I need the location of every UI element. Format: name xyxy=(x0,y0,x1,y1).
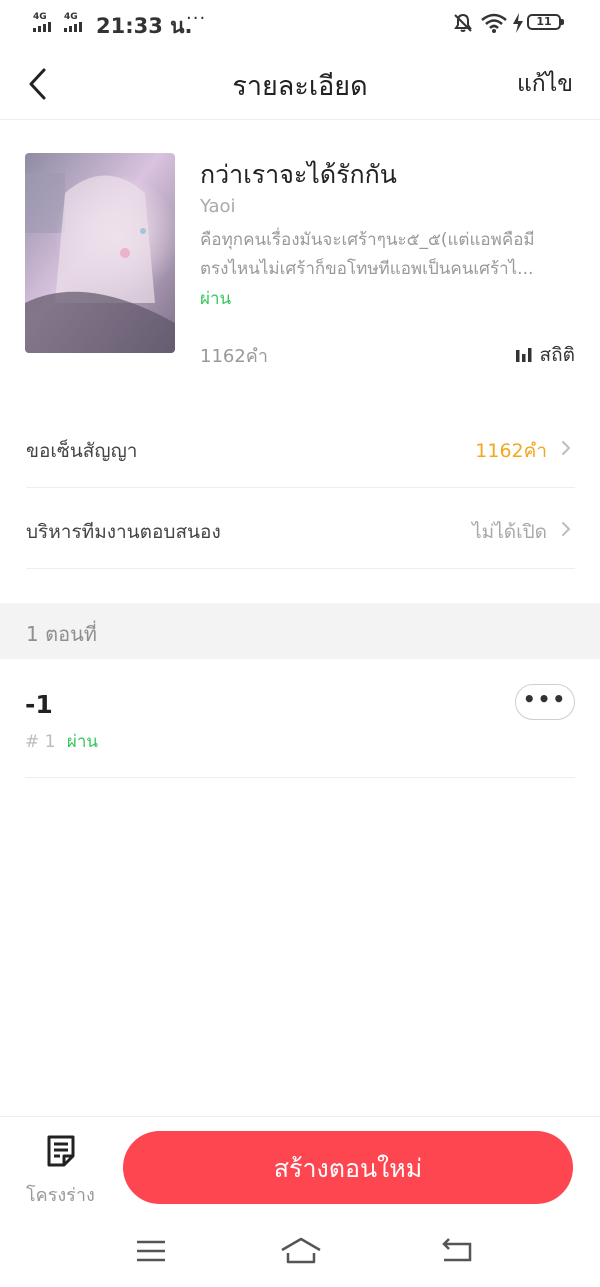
more-notifications-icon: ··· xyxy=(186,8,207,29)
outline-label[interactable]: โครงร่าง xyxy=(26,1180,95,1209)
row-label: บริหารทีมงานตอบสนอง xyxy=(26,521,221,543)
bar-chart-icon xyxy=(515,348,532,362)
book-status-badge: ผ่าน xyxy=(200,289,232,309)
episode-meta: # 1 ผ่าน xyxy=(25,728,98,755)
row-team-management[interactable]: บริหารทีมงานตอบสนอง ไม่ได้เปิด xyxy=(26,489,575,569)
episodes-count: 1 ตอนที่ xyxy=(26,622,97,646)
episode-title[interactable]: -1 xyxy=(25,690,53,719)
book-cover-image[interactable] xyxy=(25,153,175,353)
stats-label: สถิติ xyxy=(539,344,575,366)
episode-more-button[interactable]: ••• xyxy=(515,684,575,720)
book-description: คือทุกคนเรื่องมันจะเศร้าๆนะ๕_๕(แต่แอพคือ… xyxy=(200,226,572,284)
stats-button[interactable]: สถิติ xyxy=(515,340,575,370)
signal-bars-icon xyxy=(64,22,82,32)
chevron-right-icon xyxy=(562,522,571,536)
network-type-label: 4G xyxy=(33,12,47,22)
battery-icon: 11 xyxy=(527,14,564,30)
episode-status-badge: ผ่าน xyxy=(66,732,99,752)
mute-bell-icon xyxy=(454,13,472,32)
episode-divider xyxy=(25,777,575,778)
description-line: คือทุกคนเรื่องมันจะเศร้าๆนะ๕_๕(แต่แอพคือ… xyxy=(200,230,535,250)
book-word-count: 1162คำ xyxy=(200,346,268,367)
signal-bars-icon xyxy=(33,22,51,32)
row-label: ขอเซ็นสัญญา xyxy=(26,440,138,462)
description-line: ตรงไหนไม่เศร้าก็ขอโทษทีแอพเป็นคนเศร้าไ..… xyxy=(200,259,534,279)
row-value: ไม่ได้เปิด xyxy=(472,521,547,543)
wifi-icon xyxy=(481,13,507,33)
edit-button[interactable]: แก้ไข xyxy=(517,66,573,102)
clock: 21:33 น. xyxy=(96,14,193,38)
document-icon[interactable] xyxy=(44,1134,78,1168)
book-genre: Yaoi xyxy=(200,196,236,217)
row-contract[interactable]: ขอเซ็นสัญญา 1162คำ xyxy=(26,408,575,488)
charging-icon xyxy=(513,13,523,33)
signal-1: 4G xyxy=(33,12,61,34)
home-icon[interactable] xyxy=(280,1236,322,1266)
back-icon[interactable] xyxy=(440,1236,474,1266)
create-episode-button[interactable]: สร้างตอนใหม่ xyxy=(123,1131,573,1204)
network-type-label: 4G xyxy=(64,12,78,22)
header-divider xyxy=(0,119,600,120)
status-bar: 4G 4G 21:33 น. ··· 11 xyxy=(0,0,600,46)
bottom-bar-divider xyxy=(0,1116,600,1117)
episodes-section-header: 1 ตอนที่ xyxy=(0,603,600,659)
row-value: 1162คำ xyxy=(475,440,547,462)
book-title: กว่าเราจะได้รักกัน xyxy=(200,160,397,189)
page-title: รายละเอียด xyxy=(232,71,368,102)
menu-icon[interactable] xyxy=(135,1236,167,1266)
signal-2: 4G xyxy=(64,12,92,34)
episode-number: # 1 xyxy=(25,732,56,752)
chevron-right-icon xyxy=(562,441,571,455)
